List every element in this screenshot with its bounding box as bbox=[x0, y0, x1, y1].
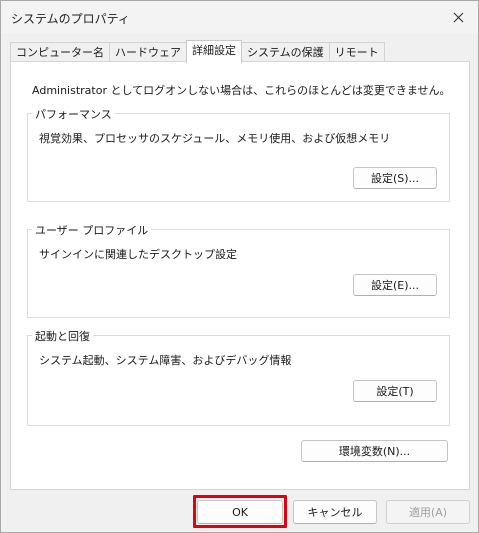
apply-button[interactable]: 適用(A) bbox=[386, 500, 470, 524]
title-bar: システムのプロパティ bbox=[1, 1, 478, 33]
user-profile-description: サインインに関連したデスクトップ設定 bbox=[39, 248, 237, 261]
startup-recovery-group-title: 起動と回復 bbox=[32, 328, 93, 344]
performance-group: パフォーマンス 視覚効果、プロセッサのスケジュール、メモリ使用、および仮想メモリ… bbox=[27, 106, 450, 202]
environment-variables-button[interactable]: 環境変数(N)... bbox=[301, 440, 448, 462]
tab-computer-name[interactable]: コンピューター名 bbox=[10, 42, 110, 63]
tab-system-protection[interactable]: システムの保護 bbox=[241, 42, 330, 63]
cancel-button[interactable]: キャンセル bbox=[293, 500, 377, 524]
tab-remote[interactable]: リモート bbox=[328, 42, 385, 63]
advanced-tab-panel: Administrator としてログオンしない場合は、これらのほとんどは変更で… bbox=[10, 61, 470, 490]
window-title: システムのプロパティ bbox=[11, 12, 130, 26]
performance-description: 視覚効果、プロセッサのスケジュール、メモリ使用、および仮想メモリ bbox=[39, 132, 391, 145]
user-profile-group-title: ユーザー プロファイル bbox=[32, 222, 152, 238]
performance-settings-button[interactable]: 設定(S)... bbox=[353, 167, 437, 189]
startup-recovery-group: 起動と回復 システム起動、システム障害、およびデバッグ情報 設定(T) bbox=[27, 328, 450, 426]
startup-recovery-settings-button[interactable]: 設定(T) bbox=[353, 380, 437, 402]
close-icon bbox=[453, 12, 463, 22]
user-profile-settings-button[interactable]: 設定(E)... bbox=[353, 274, 437, 296]
tab-advanced[interactable]: 詳細設定 bbox=[186, 40, 242, 63]
close-button[interactable] bbox=[446, 7, 470, 27]
tab-strip: コンピューター名 ハードウェア 詳細設定 システムの保護 リモート bbox=[10, 40, 385, 63]
user-profile-group: ユーザー プロファイル サインインに関連したデスクトップ設定 設定(E)... bbox=[27, 222, 450, 318]
system-properties-dialog: システムのプロパティ コンピューター名 ハードウェア 詳細設定 システムの保護 … bbox=[0, 0, 479, 533]
admin-notice: Administrator としてログオンしない場合は、これらのほとんどは変更で… bbox=[32, 84, 451, 97]
ok-button[interactable]: OK bbox=[197, 500, 283, 524]
tab-hardware[interactable]: ハードウェア bbox=[109, 42, 187, 63]
performance-group-title: パフォーマンス bbox=[32, 106, 115, 122]
startup-recovery-description: システム起動、システム障害、およびデバッグ情報 bbox=[39, 354, 292, 367]
